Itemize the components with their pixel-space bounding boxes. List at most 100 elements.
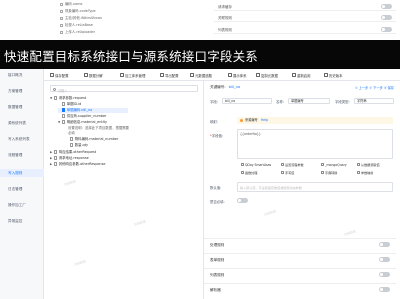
sidebar-item[interactable]: 方案管理 [8, 89, 22, 94]
help-link[interactable]: Help [261, 118, 268, 122]
watermark: 加载数据 [263, 209, 277, 217]
tree-node[interactable]: ▶ 其他响应参数.otherResponse [50, 162, 105, 167]
refresh-icon [292, 73, 296, 77]
show-icon [228, 73, 232, 77]
default-value-input[interactable]: 输入默认值，可设置固定数值或使用动态参数 [237, 182, 393, 192]
tree-checkbox[interactable] [62, 102, 66, 106]
toggle-switch[interactable] [381, 4, 392, 9]
tree-checkbox[interactable] [62, 114, 66, 118]
tree-node[interactable]: ▼ 请求参数.request [50, 96, 86, 101]
section-parser[interactable]: 解析器 [204, 283, 396, 294]
type-label: 字段类型: [335, 100, 350, 104]
toolbar: 保存配置 数据分解 加工体系管理 导出配置 元数据选题 展示体系 复制元数据 重… [44, 69, 400, 81]
toggle-switch[interactable] [381, 27, 392, 32]
split-icon [84, 73, 88, 77]
name-label: 名称: [276, 100, 284, 104]
section-process-rules[interactable]: 处理规则 [204, 238, 396, 249]
re-enable-button[interactable]: 重新启用 [292, 72, 311, 78]
field-input[interactable]: bill_no [222, 98, 272, 104]
tree-node[interactable]: ▶ 响应结果.otherRequest [50, 150, 96, 155]
name-input[interactable]: 单据编号 [288, 98, 330, 104]
toggle-switch[interactable] [379, 287, 390, 292]
source-icon [357, 163, 360, 166]
tree-checkbox[interactable] [70, 143, 74, 147]
tree-node[interactable]: ▼ 明细信息.material_entity [58, 120, 107, 125]
value-source-chip[interactable]: _mongoQuary [321, 162, 347, 167]
background-app-top: 编码.name 现象编码.codeType 主检/其他.ifAttrsShows… [0, 0, 400, 40]
tree-node-note: 设置说明：选择此下项目数据，根据需要 [68, 126, 130, 130]
tree-node[interactable]: ▶ 请求地址.response [50, 156, 89, 161]
value-source-options: QDay SmartAsas 设置流程参数 _mongoQuary 从数据源取值… [237, 161, 393, 179]
tree-checkbox[interactable] [54, 162, 58, 166]
value-source-chip[interactable]: 设置流程参数 [281, 162, 304, 167]
sidebar-item[interactable]: 流程管理 [8, 153, 22, 158]
sidebar-item[interactable]: 数据管理 [8, 105, 22, 110]
field-key-link[interactable]: bill_no [229, 85, 241, 89]
tree-checkbox[interactable] [54, 96, 58, 100]
required-toggle[interactable] [237, 198, 248, 203]
sidebar-item[interactable]: 操作加工厂 [8, 203, 26, 208]
bg-setting-row: 请求缓存 [214, 2, 396, 11]
bg-tree-item: 主检/其他.ifAttrsShows [60, 15, 102, 20]
tree-checkbox[interactable] [62, 108, 66, 112]
export-icon [160, 73, 164, 77]
process-system-button[interactable]: 加工体系管理 [120, 72, 145, 78]
field-value-editor[interactable]: {{orderNo}} [237, 129, 393, 159]
process-icon [120, 73, 124, 77]
type-select[interactable]: 字符串 [354, 98, 394, 104]
source-icon [321, 163, 324, 166]
watermark: 加载数据 [63, 179, 77, 187]
title-banner: 快速配置目标系统接口与源系统接口字段关系 [0, 40, 400, 69]
metadata-select-button[interactable]: 元数据选题 [190, 72, 212, 78]
show-system-button[interactable]: 展示体系 [228, 72, 247, 78]
tree-checkbox[interactable] [54, 150, 58, 154]
mapping-notice: 来源编号 Help [237, 117, 393, 124]
tree-checkbox[interactable] [62, 120, 66, 124]
field-label: 字段: [210, 100, 218, 104]
tree-checkbox[interactable] [70, 137, 74, 141]
section-list-rules[interactable]: 列表规则 [204, 268, 396, 279]
tree-node[interactable]: 数量.qty [66, 143, 88, 148]
source-icon [281, 171, 284, 174]
value-source-chip[interactable]: 参数映射 [357, 170, 373, 175]
value-source-chip[interactable]: 函数处理 [241, 170, 257, 175]
history-version-button[interactable]: 历史版本 [324, 72, 343, 78]
tree-checkbox[interactable] [54, 156, 58, 160]
sidebar-item[interactable]: 异常监控 [8, 219, 22, 224]
sidebar-item[interactable]: 源系统列表 [8, 121, 26, 126]
watermark: 加载数据 [73, 259, 87, 267]
tree-node[interactable]: 物料编码.material_number [66, 137, 118, 142]
tree-node[interactable]: 供应商.supplier_number [58, 114, 106, 119]
save-config-button[interactable]: 保存配置 [50, 72, 69, 78]
toggle-switch[interactable] [381, 15, 392, 20]
section-form-rules[interactable]: 表单规则 [204, 253, 396, 264]
warning-dot-icon [240, 118, 243, 122]
tree-node[interactable]: 单据ID.id [58, 102, 81, 107]
tree-node-selected[interactable]: 单据编码.bill_no [58, 108, 128, 113]
sidebar-item-active[interactable]: 写入规则 [8, 171, 22, 176]
value-source-chip[interactable]: 从数据源取值 [357, 162, 380, 167]
mapping-label: 映射: [210, 120, 218, 124]
bg-setting-row: 关联规则 [214, 13, 396, 22]
value-source-chip[interactable]: 字典转换 [321, 170, 337, 175]
form-header: 关键编号: bill_no [210, 85, 241, 89]
toggle-switch[interactable] [379, 272, 390, 277]
export-config-button[interactable]: 导出配置 [160, 72, 179, 78]
watermark: 加载数据 [133, 219, 147, 227]
sidebar-item[interactable]: 写入系统列表 [8, 137, 30, 142]
sidebar-item[interactable]: 接口概况 [8, 73, 22, 78]
copy-metadata-button[interactable]: 复制元数据 [256, 72, 278, 78]
value-label: *字段值: [210, 134, 224, 138]
value-source-chip[interactable]: 手写值 [281, 170, 294, 175]
data-split-button[interactable]: 数据分解 [84, 72, 103, 78]
copy-icon [256, 73, 260, 77]
toggle-switch[interactable] [379, 242, 390, 247]
value-source-chip[interactable]: QDay SmartAsas [241, 162, 271, 167]
step-nav[interactable]: ① 上一步 ② 下一步 ③ 保存 [355, 85, 394, 90]
source-icon [241, 171, 244, 174]
tree-search-input[interactable]: 请输入 [50, 85, 198, 93]
sidebar-item[interactable]: 日志管理 [8, 187, 22, 192]
bg-tree-item: 上传人.reUploader [60, 29, 95, 34]
toggle-switch[interactable] [379, 257, 390, 262]
default-value-label: 默认值: [210, 186, 222, 190]
